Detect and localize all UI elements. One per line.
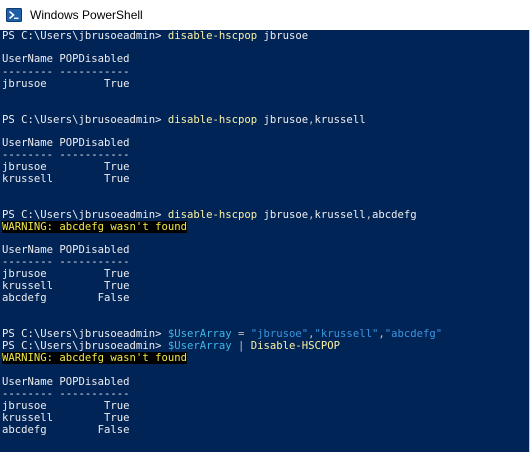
command-name: disable-hscpop [167,209,258,221]
prompt: PS C:\Users\jbrusoeadmin> [2,340,168,352]
powershell-window: Windows PowerShell PS C:\Users\jbrusoead… [0,0,530,452]
command-argument: krussell [314,114,366,126]
powershell-icon [6,8,22,22]
prompt: PS C:\Users\jbrusoeadmin> [2,114,168,126]
table-row: abcdefg False [2,424,130,436]
command-name: disable-hscpop [167,114,258,126]
variable-name: $UserArray [167,340,232,352]
prompt: PS C:\Users\jbrusoeadmin> [2,328,168,340]
variable-name: $UserArray [167,328,232,340]
command-line: PS C:\Users\jbrusoeadmin> disable-hscpop… [2,30,308,43]
table-header: UserName POPDisabled [2,53,130,65]
warning-message: WARNING: abcdefg wasn't found [2,352,187,364]
window-title: Windows PowerShell [30,8,143,22]
string-literal: "jbrusoe" [250,328,309,340]
prompt: PS C:\Users\jbrusoeadmin> [2,209,168,221]
prompt: PS C:\Users\jbrusoeadmin> [2,30,168,42]
command-argument: abcdefg [371,209,417,221]
pipe-operator: | [231,340,251,352]
command-argument: jbrusoe [257,114,309,126]
warning-line: WARNING: abcdefg wasn't found [2,352,187,365]
warning-line: WARNING: abcdefg wasn't found [2,221,187,234]
assignment-operator: = [231,328,251,340]
console-output[interactable]: PS C:\Users\jbrusoeadmin> disable-hscpop… [0,30,530,452]
command-argument: jbrusoe [257,30,309,42]
table-row: abcdefg False [2,292,130,304]
warning-message: WARNING: abcdefg wasn't found [2,221,187,233]
table-row: krussell True [2,173,130,185]
command-name: disable-hscpop [167,30,258,42]
string-literal: "krussell" [314,328,379,340]
table-row: jbrusoe True [2,78,130,90]
command-name: Disable-HSCPOP [250,340,341,352]
title-bar[interactable]: Windows PowerShell [0,0,530,30]
string-literal: "abcdefg" [384,328,443,340]
command-argument: jbrusoe [257,209,309,221]
command-line: PS C:\Users\jbrusoeadmin> disable-hscpop… [2,114,366,127]
command-argument: krussell [314,209,366,221]
